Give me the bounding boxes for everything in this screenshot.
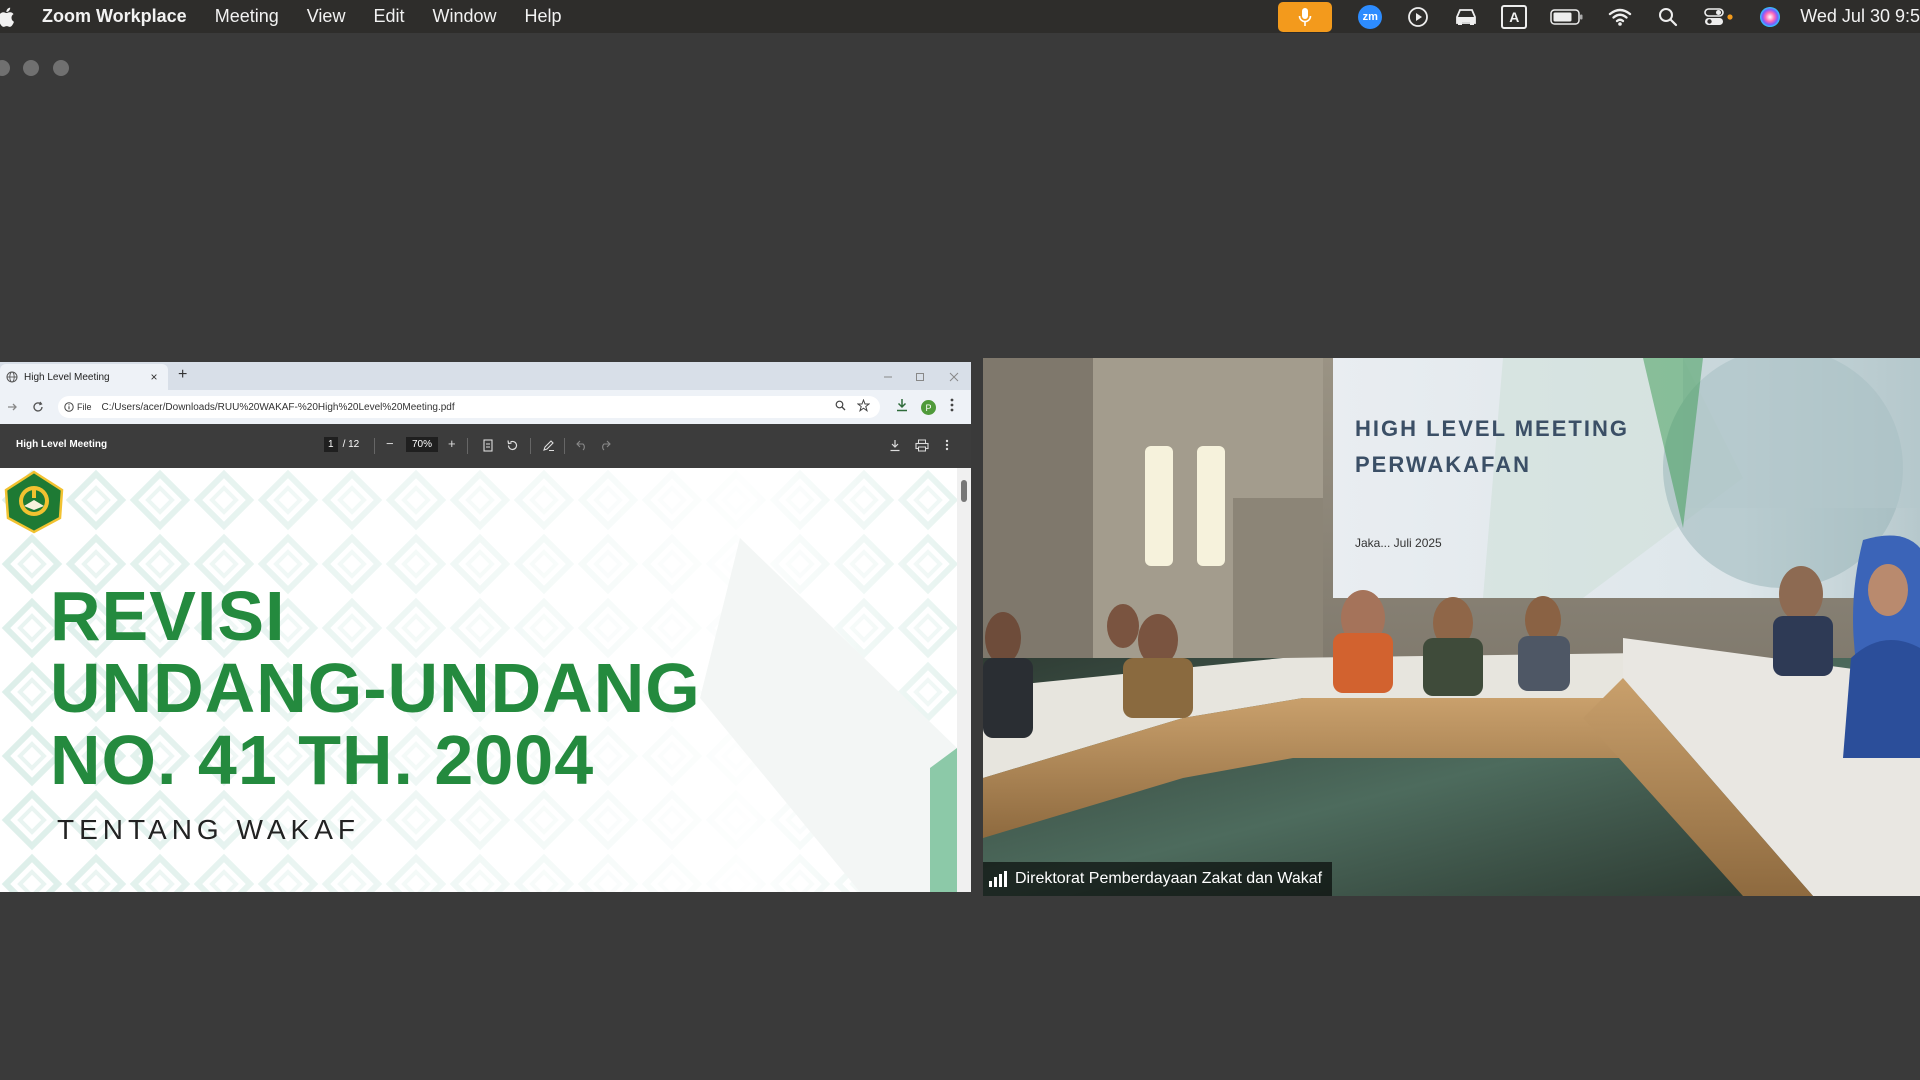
pdf-toolbar: High Level Meeting 1 / 12 − 70% +	[0, 424, 971, 468]
new-tab-button[interactable]: +	[178, 366, 187, 384]
redo-icon[interactable]	[599, 440, 611, 451]
globe-icon	[6, 371, 18, 383]
info-icon	[64, 402, 74, 412]
url-text: C:/Users/acer/Downloads/RUU%20WAKAF-%20H…	[101, 401, 455, 413]
undo-icon[interactable]	[576, 440, 588, 451]
menu-window[interactable]: Window	[432, 6, 496, 27]
banner-title-line-2: PERWAKAFAN	[1355, 452, 1532, 477]
app-name-menu[interactable]: Zoom Workplace	[42, 6, 187, 27]
fit-page-icon[interactable]	[483, 439, 493, 452]
toolbar-divider	[564, 438, 565, 454]
menu-bar: Zoom Workplace Meeting View Edit Window …	[0, 0, 1920, 33]
wifi-icon[interactable]	[1607, 6, 1633, 28]
maximize-icon[interactable]	[915, 372, 925, 382]
pdf-scrollbar[interactable]	[957, 468, 971, 892]
browser-tab[interactable]: High Level Meeting ×	[0, 364, 168, 390]
url-field[interactable]: File C:/Users/acer/Downloads/RUU%20WAKAF…	[58, 396, 880, 418]
close-icon[interactable]	[949, 372, 959, 382]
pdf-page[interactable]: REVISI UNDANG-UNDANG NO. 41 TH. 2004 TEN…	[0, 468, 957, 892]
microphone-icon	[1298, 7, 1312, 26]
menu-edit[interactable]: Edit	[373, 6, 404, 27]
page-indicator: 1 / 12	[324, 437, 359, 452]
play-icon[interactable]	[1405, 6, 1431, 28]
menubar-clock[interactable]: Wed Jul 30 9:5	[1800, 6, 1920, 27]
file-scheme-label: File	[77, 402, 92, 412]
control-center-icon[interactable]	[1703, 6, 1735, 28]
participant-name: Direktorat Pemberdayaan Zakat dan Wakaf	[1015, 870, 1323, 887]
menu-view[interactable]: View	[307, 6, 346, 27]
connection-strength-icon	[989, 871, 1007, 887]
browser-address-bar: File C:/Users/acer/Downloads/RUU%20WAKAF…	[0, 390, 971, 424]
input-source-icon: A	[1501, 4, 1528, 29]
microphone-indicator[interactable]	[1278, 1, 1333, 32]
zoom-in-button[interactable]: +	[448, 436, 456, 451]
bookmark-star-icon[interactable]	[857, 399, 870, 412]
participant-video-tile[interactable]: HIGH LEVEL MEETING PERWAKAFAN Jaka... Ju…	[983, 358, 1920, 896]
toolbar-divider	[530, 438, 531, 454]
zoom-status[interactable]: zm	[1357, 4, 1383, 29]
siri-icon[interactable]	[1757, 6, 1783, 28]
slide-subtitle: TENTANG WAKAF	[57, 814, 360, 845]
banner-date: Jaka... Juli 2025	[1355, 536, 1442, 550]
profile-avatar[interactable]: P	[921, 400, 936, 415]
browser-tab-strip: High Level Meeting × +	[0, 362, 971, 390]
input-source-menu[interactable]: A	[1501, 4, 1528, 29]
print-icon[interactable]	[915, 439, 929, 452]
forward-icon[interactable]	[6, 401, 18, 413]
participant-name-label: Direktorat Pemberdayaan Zakat dan Wakaf	[983, 862, 1333, 896]
menu-help[interactable]: Help	[525, 6, 562, 27]
shared-screen-browser: High Level Meeting × + File C:/Users/ace…	[0, 362, 971, 892]
toolbar-divider	[374, 438, 375, 454]
scrollbar-thumb[interactable]	[961, 480, 967, 502]
zoom-magnifier-icon[interactable]	[835, 400, 846, 411]
pdf-document-title: High Level Meeting	[16, 439, 108, 450]
window-minimize-button[interactable]	[23, 60, 39, 76]
kemenag-logo	[4, 470, 64, 534]
zoom-icon: zm	[1358, 4, 1383, 29]
zoom-out-button[interactable]: −	[386, 436, 394, 451]
downloads-icon[interactable]	[895, 398, 909, 412]
browser-menu-icon[interactable]	[950, 398, 954, 412]
annotate-icon[interactable]	[542, 439, 555, 452]
slide-title-line-2: UNDANG-UNDANG	[50, 649, 701, 727]
page-number-input[interactable]: 1	[324, 437, 338, 452]
page-total: / 12	[342, 439, 360, 450]
tab-title: High Level Meeting	[24, 371, 110, 383]
pdf-more-icon[interactable]	[945, 439, 949, 451]
site-info-chip[interactable]: File	[64, 402, 92, 412]
slide-title-line-1: REVISI	[50, 577, 286, 655]
minimize-icon[interactable]	[883, 372, 893, 382]
battery-icon[interactable]	[1549, 6, 1585, 28]
slide-title-line-3: NO. 41 TH. 2004	[50, 721, 595, 799]
apple-icon[interactable]	[0, 6, 16, 28]
search-icon[interactable]	[1655, 6, 1681, 28]
status-area: zm A Wed Jul 30 9:5	[1278, 0, 1920, 33]
window-zoom-button[interactable]	[53, 60, 69, 76]
reload-icon[interactable]	[32, 401, 44, 413]
download-icon[interactable]	[889, 439, 901, 452]
rotate-icon[interactable]	[506, 439, 519, 452]
tab-close-icon[interactable]: ×	[146, 370, 162, 384]
toolbar-divider	[467, 438, 468, 454]
car-icon[interactable]	[1453, 6, 1479, 28]
zoom-level-field[interactable]: 70%	[406, 437, 439, 452]
window-close-button[interactable]	[0, 60, 10, 76]
menu-meeting[interactable]: Meeting	[215, 6, 279, 27]
banner-title-line-1: HIGH LEVEL MEETING	[1355, 416, 1629, 441]
